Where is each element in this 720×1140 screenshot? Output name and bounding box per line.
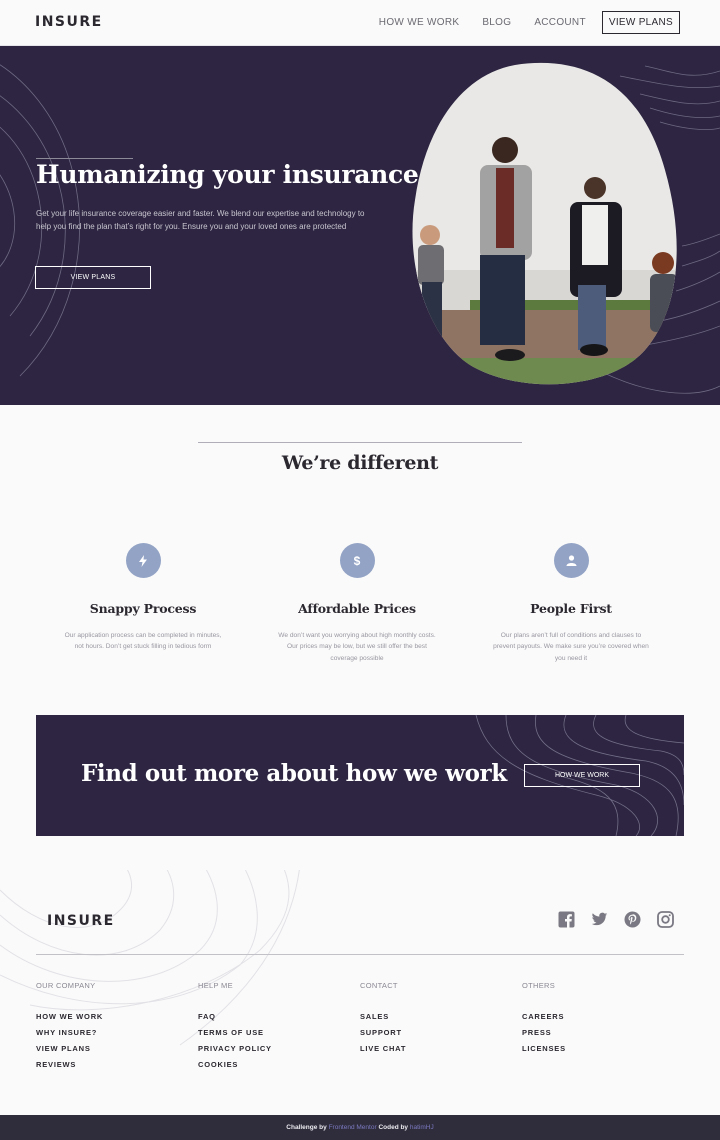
main-nav: HOW WE WORK BLOG ACCOUNT VIEW PLANS <box>356 11 680 34</box>
lightning-icon <box>125 543 161 578</box>
hero-family-image <box>412 62 677 385</box>
social-links <box>542 911 674 928</box>
site-footer: INSURE OUR COMPANY HOW WE WORK WHY INSUR… <box>0 870 720 1115</box>
feature-description: We don’t want you worrying about high mo… <box>278 632 436 662</box>
feature-description: Our application process can be completed… <box>64 632 222 651</box>
footer-link[interactable]: PRESS <box>522 1025 566 1041</box>
feature-card: Snappy Process Our application process c… <box>36 543 250 653</box>
footer-link[interactable]: PRIVACY POLICY <box>198 1041 272 1057</box>
frontend-mentor-link[interactable]: Frontend Mentor <box>329 1124 377 1131</box>
footer-link[interactable]: VIEW PLANS <box>36 1041 103 1057</box>
footer-column-heading: CONTACT <box>360 981 398 990</box>
logo[interactable]: INSURE <box>35 14 103 30</box>
hero-title: Humanizing your insurance <box>36 160 419 189</box>
feature-card: $ Affordable Prices We don’t want you wo… <box>250 543 464 664</box>
banner-title: Find out more about how we work <box>81 760 507 787</box>
section-divider <box>198 442 522 443</box>
footer-column-help-me: HELP ME FAQ TERMS OF USE PRIVACY POLICY … <box>198 981 272 1073</box>
person-icon <box>553 543 589 578</box>
footer-column-heading: HELP ME <box>198 981 233 990</box>
footer-column-contact: CONTACT SALES SUPPORT LIVE CHAT <box>360 981 406 1057</box>
attribution-prefix: Challenge by <box>286 1124 327 1131</box>
footer-column-heading: OUR COMPANY <box>36 981 96 990</box>
twitter-icon[interactable] <box>591 911 608 928</box>
footer-link[interactable]: LIVE CHAT <box>360 1041 406 1057</box>
footer-link[interactable]: LICENSES <box>522 1041 566 1057</box>
view-plans-nav-button[interactable]: VIEW PLANS <box>601 11 680 34</box>
footer-column-others: OTHERS CAREERS PRESS LICENSES <box>522 981 566 1057</box>
features-title: We’re different <box>281 452 439 474</box>
dollar-icon: $ <box>339 543 375 578</box>
footer-link[interactable]: HOW WE WORK <box>36 1009 103 1025</box>
feature-title: People First <box>530 601 612 616</box>
footer-link[interactable]: COOKIES <box>198 1057 272 1073</box>
hero-description: Get your life insurance coverage easier … <box>36 209 365 231</box>
site-header: INSURE HOW WE WORK BLOG ACCOUNT VIEW PLA… <box>0 0 720 46</box>
nav-account[interactable]: ACCOUNT <box>534 17 586 28</box>
footer-link[interactable]: TERMS OF USE <box>198 1025 272 1041</box>
footer-column-heading: OTHERS <box>522 981 556 990</box>
attribution-bar: Challenge by Frontend Mentor Coded by ha… <box>0 1115 720 1140</box>
nav-how-we-work[interactable]: HOW WE WORK <box>379 17 460 28</box>
author-link[interactable]: hatimHJ <box>410 1124 434 1131</box>
attribution-middle: Coded by <box>378 1124 409 1131</box>
hero-accent-line <box>36 158 133 159</box>
instagram-icon[interactable] <box>657 911 674 928</box>
footer-link[interactable]: SALES <box>360 1009 406 1025</box>
feature-title: Snappy Process <box>89 601 197 616</box>
footer-divider <box>36 954 684 955</box>
hero-view-plans-button[interactable]: VIEW PLANS <box>35 266 151 289</box>
feature-description: Our plans aren’t full of conditions and … <box>493 632 649 662</box>
footer-logo[interactable]: INSURE <box>47 913 115 929</box>
hero-section: Humanizing your insurance Get your life … <box>0 46 720 405</box>
how-we-work-banner: Find out more about how we work HOW WE W… <box>36 715 684 836</box>
footer-link[interactable]: WHY INSURE? <box>36 1025 103 1041</box>
footer-column-our-company: OUR COMPANY HOW WE WORK WHY INSURE? VIEW… <box>36 981 103 1073</box>
feature-card: People First Our plans aren’t full of co… <box>464 543 678 664</box>
how-we-work-button[interactable]: HOW WE WORK <box>524 764 640 787</box>
pinterest-icon[interactable] <box>624 911 641 928</box>
footer-link[interactable]: SUPPORT <box>360 1025 406 1041</box>
nav-blog[interactable]: BLOG <box>482 17 511 28</box>
footer-link[interactable]: FAQ <box>198 1009 272 1025</box>
facebook-icon[interactable] <box>558 911 575 928</box>
footer-link[interactable]: REVIEWS <box>36 1057 103 1073</box>
feature-title: Affordable Prices <box>298 601 416 616</box>
footer-link[interactable]: CAREERS <box>522 1009 566 1025</box>
